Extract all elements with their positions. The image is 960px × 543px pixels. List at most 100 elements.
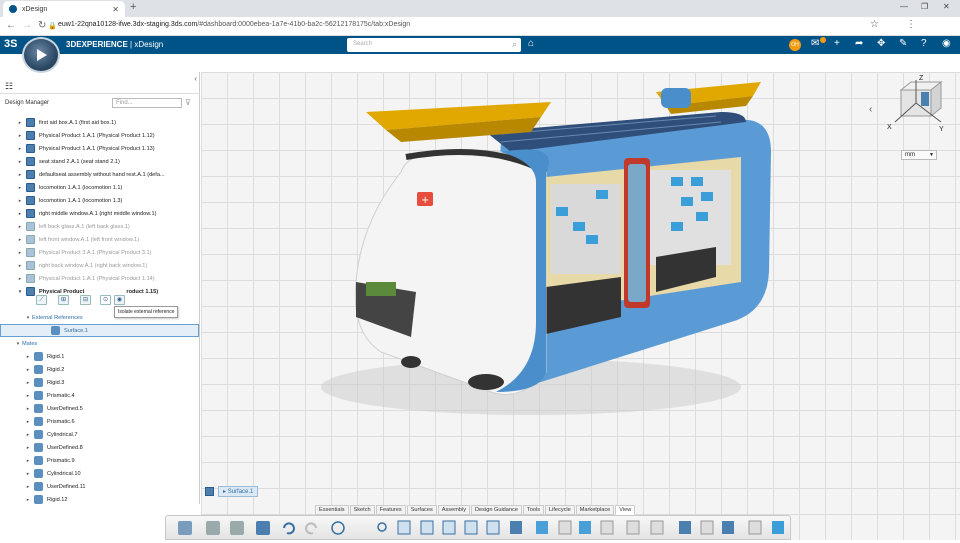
tree-view-icon[interactable]: ☷ <box>5 81 13 92</box>
tree-item[interactable]: ▸ left back glass.A.1 (left back glass.1) <box>0 220 199 233</box>
help-icon[interactable]: ? <box>921 38 927 49</box>
mate-item[interactable]: ▸ Rigid.12 <box>0 493 199 504</box>
back-icon[interactable]: ← <box>6 20 16 31</box>
tab-essentials[interactable]: Essentials <box>315 505 349 515</box>
mate-item[interactable]: ▸ UserDefined.5 <box>0 402 199 415</box>
tab-assembly[interactable]: Assembly <box>437 505 471 515</box>
mate-item[interactable]: ▸ Rigid.1 <box>0 350 199 363</box>
expand-caret-icon[interactable]: ▾ <box>16 289 24 295</box>
tree-item[interactable]: ▸ locomotion 1.A.1 (locomotion 1.3) <box>0 194 199 207</box>
tree-group-mates[interactable]: ▾ Mates <box>0 337 199 350</box>
collapse-caret-icon[interactable]: ▸ <box>16 276 24 282</box>
share-icon[interactable]: ➦ <box>855 38 863 49</box>
show-hide-eye-icon[interactable]: ◉ <box>114 295 125 305</box>
isolate-icon[interactable]: ⊙ <box>100 295 111 305</box>
collapse-caret-icon[interactable]: ▸ <box>16 185 24 191</box>
collapse-caret-icon[interactable]: ▸ <box>24 419 32 425</box>
mate-item[interactable]: ▸ UserDefined.11 <box>0 480 199 493</box>
tree-item[interactable]: ▸ right middle window.A.1 (right middle w… <box>0 207 199 220</box>
close-window-icon[interactable]: ✕ <box>943 2 950 11</box>
browser-menu-icon[interactable]: ⋮ <box>906 19 916 30</box>
notifications-icon[interactable]: ✉ <box>811 38 819 49</box>
expand-caret-icon[interactable]: ▾ <box>14 341 22 347</box>
collapse-caret-icon[interactable]: ▸ <box>16 263 24 269</box>
tab-design-guidance[interactable]: Design Guidance <box>471 505 522 515</box>
unit-dropdown[interactable]: mm ▼ <box>901 150 937 160</box>
collapse-caret-icon[interactable]: ▸ <box>16 133 24 139</box>
tab-view[interactable]: View <box>615 505 636 515</box>
user-icon[interactable]: ◉ <box>942 38 951 49</box>
collapse-caret-icon[interactable]: ▸ <box>24 367 32 373</box>
avatar[interactable]: OH <box>789 39 801 51</box>
collapse-caret-icon[interactable]: ▸ <box>16 250 24 256</box>
tree-item[interactable]: ▸ left front window.A.1 (left front windo… <box>0 233 199 246</box>
mate-item[interactable]: ▸ Cylindrical.10 <box>0 467 199 480</box>
maximize-icon[interactable]: ❐ <box>921 2 928 11</box>
mate-item[interactable]: ▸ Rigid.3 <box>0 376 199 389</box>
bookmark-star-icon[interactable]: ☆ <box>870 19 879 30</box>
search-input[interactable]: Search ⌕ <box>347 38 521 52</box>
collapse-caret-icon[interactable]: ▸ <box>16 146 24 152</box>
tab-lifecycle[interactable]: Lifecycle <box>545 505 575 515</box>
reload-icon[interactable]: ↻ <box>38 20 46 31</box>
mate-item[interactable]: ▸ Prismatic.9 <box>0 454 199 467</box>
mate-item[interactable]: ▸ Rigid.2 <box>0 363 199 376</box>
breadcrumb-item[interactable]: ▸ Surface.1 <box>218 485 259 497</box>
collapse-caret-icon[interactable]: ▸ <box>16 237 24 243</box>
tree-item[interactable]: ▸ Physical Product 3.A.1 (Physical Produc… <box>0 246 199 259</box>
mate-item[interactable]: ▸ Cylindrical.7 <box>0 428 199 441</box>
view-back-icon[interactable]: ‹ <box>869 104 872 115</box>
properties-icon[interactable]: ⊟ <box>80 295 91 305</box>
collapse-caret-icon[interactable]: ▸ <box>16 198 24 204</box>
collapse-caret-icon[interactable]: ▸ <box>24 354 32 360</box>
expand-caret-icon[interactable]: ▾ <box>24 315 32 321</box>
tag-icon[interactable]: ⌂ <box>528 38 534 49</box>
search-icon[interactable]: ⌕ <box>512 39 517 50</box>
tree-item[interactable]: ▸ seat stand 2.A.1 (seat stand 2.1) <box>0 155 199 168</box>
forward-icon[interactable]: → <box>22 20 32 31</box>
collapse-caret-icon[interactable]: ▸ <box>24 380 32 386</box>
url-field[interactable]: euw1-22qna10128-ifwe.3dx-staging.3ds.com… <box>58 21 410 28</box>
mate-item[interactable]: ▸ UserDefined.8 <box>0 441 199 454</box>
tab-marketplace[interactable]: Marketplace <box>575 505 615 515</box>
minimize-icon[interactable]: — <box>900 2 908 11</box>
network-icon[interactable]: ✥ <box>877 38 885 49</box>
tree-item[interactable]: ▸ Physical Product 1.A.1 (Physical Produc… <box>0 129 199 142</box>
tree-item-surface[interactable]: Surface.1 <box>0 324 199 337</box>
collapse-caret-icon[interactable]: ▸ <box>24 471 32 477</box>
new-tab-icon[interactable]: + <box>130 1 136 13</box>
collapse-caret-icon[interactable]: ▸ <box>24 406 32 412</box>
close-tab-icon[interactable]: ✕ <box>112 5 119 14</box>
sketch-icon[interactable]: ⊞ <box>58 295 69 305</box>
tree-item[interactable]: ▸ Physical Product 1.A.1 (Physical Produc… <box>0 272 199 285</box>
tree-item[interactable]: ▸ locomotion 1.A.1 (locomotion 1.1) <box>0 181 199 194</box>
collapse-caret-icon[interactable]: ▸ <box>24 458 32 464</box>
collapse-caret-icon[interactable]: ▸ <box>16 120 24 126</box>
tree-item[interactable]: ▸ defaultseat assembly without hand rest.… <box>0 168 199 181</box>
mate-item[interactable]: ▸ Prismatic.4 <box>0 389 199 402</box>
collapse-caret-icon[interactable]: ▸ <box>16 159 24 165</box>
collapse-caret-icon[interactable]: ▸ <box>24 445 32 451</box>
3d-viewport[interactable]: + <box>201 72 960 540</box>
find-input[interactable]: Find... <box>112 98 182 108</box>
tree-item[interactable]: ▸ first aid box.A.1 (first aid box.1) <box>0 116 199 129</box>
bus-model[interactable]: + <box>201 72 960 540</box>
product-icon[interactable] <box>205 486 214 496</box>
tab-tools[interactable]: Tools <box>522 505 544 515</box>
collapse-caret-icon[interactable]: ▸ <box>16 172 24 178</box>
collapse-caret-icon[interactable]: ▸ <box>16 211 24 217</box>
tab-surfaces[interactable]: Surfaces <box>406 505 437 515</box>
browser-tab[interactable]: xDesign ✕ <box>3 1 125 17</box>
filter-icon[interactable]: ⊽ <box>185 98 191 107</box>
collapse-caret-icon[interactable]: ▸ <box>24 484 32 490</box>
tree-item[interactable]: ▸ right back window.A.1 (right back windo… <box>0 259 199 272</box>
tab-sketch[interactable]: Sketch <box>349 505 375 515</box>
collapse-panel-icon[interactable]: ‹ <box>194 74 197 83</box>
view-cube[interactable]: Z X Y <box>885 72 947 134</box>
tree-item[interactable]: ▸ Physical Product 1.A.1 (Physical Produc… <box>0 142 199 155</box>
mate-item[interactable]: ▸ Prismatic.6 <box>0 415 199 428</box>
tools-icon[interactable]: ✎ <box>899 38 907 49</box>
collapse-caret-icon[interactable]: ▸ <box>16 224 24 230</box>
collapse-caret-icon[interactable]: ▸ <box>24 393 32 399</box>
compass-widget[interactable] <box>22 37 60 73</box>
